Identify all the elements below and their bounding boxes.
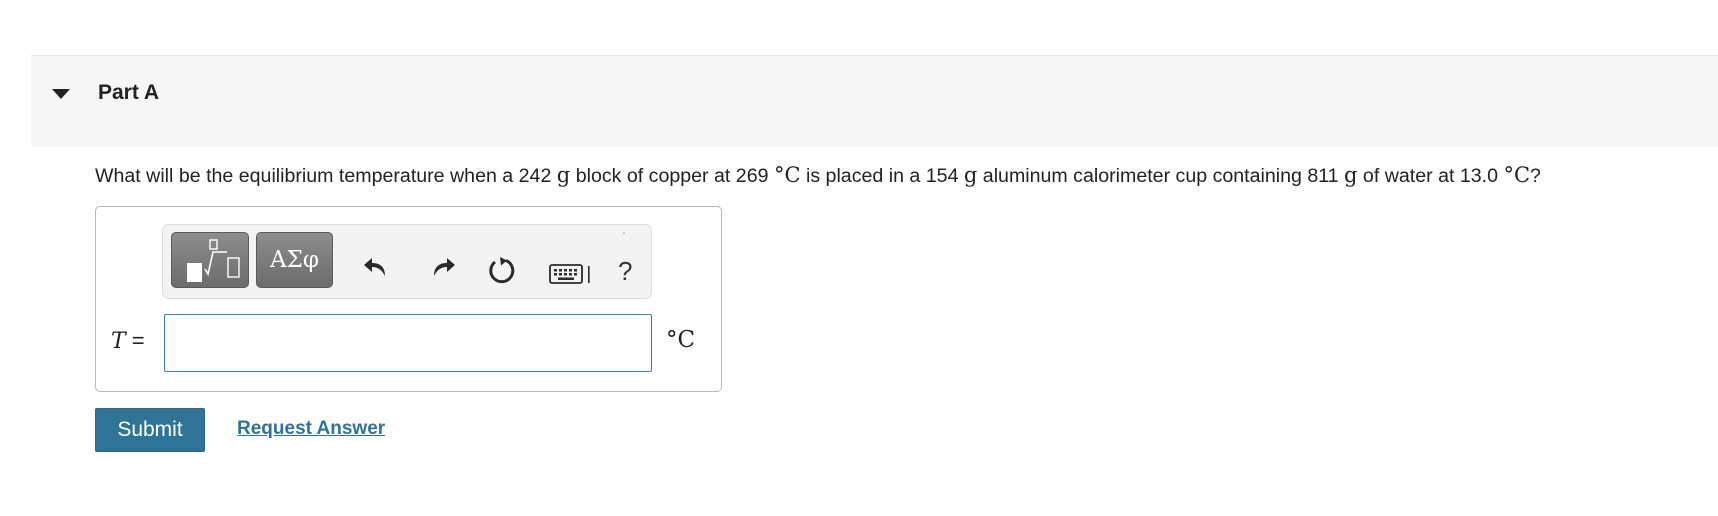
variable-symbol: T [111, 329, 126, 354]
math-unit: g [963, 163, 978, 187]
math-unit: g [556, 163, 571, 187]
answer-input[interactable] [164, 314, 652, 372]
greek-symbols-icon: ΑΣφ [270, 247, 319, 273]
math-unit: °C [773, 163, 801, 187]
keyboard-icon[interactable] [549, 262, 595, 286]
question-segment: is placed in a 154 [800, 165, 964, 187]
question-segment: ? [1530, 165, 1541, 187]
collapse-caret-icon[interactable] [52, 89, 70, 99]
redo-icon[interactable] [428, 252, 458, 282]
question-text: What will be the equilibrium temperature… [95, 163, 1541, 188]
math-unit: °C [1503, 163, 1531, 187]
question-segment: What will be the equilibrium temperature… [95, 165, 557, 187]
submit-button[interactable]: Submit [95, 408, 205, 452]
greek-symbols-button[interactable]: ΑΣφ [256, 232, 333, 288]
math-unit: g [1344, 163, 1358, 187]
answer-variable-label: T = [111, 328, 145, 354]
templates-button[interactable] [171, 232, 249, 288]
part-title: Part A [98, 81, 160, 104]
undo-icon[interactable] [361, 252, 391, 282]
question-segment: aluminum calorimeter cup containing 811 [977, 165, 1345, 187]
reset-icon[interactable] [487, 255, 517, 285]
request-answer-link[interactable]: Request Answer [237, 418, 385, 440]
answer-unit-label: °C [666, 327, 696, 353]
question-segment: block of copper at 269 [570, 165, 774, 187]
toolbar-dot [623, 232, 625, 234]
question-segment: of water at 13.0 [1357, 165, 1504, 187]
equals-sign: = [125, 328, 145, 353]
help-icon[interactable]: ? [618, 256, 632, 287]
templates-icon [187, 239, 240, 282]
part-header [31, 56, 1718, 147]
